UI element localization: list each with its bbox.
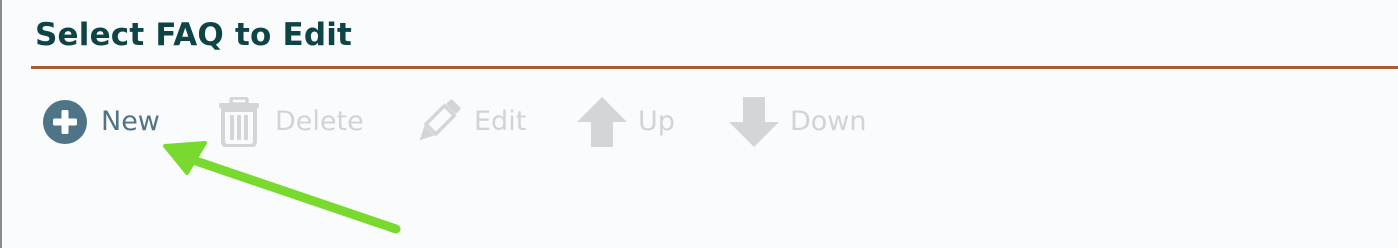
edit-button-label: Edit: [474, 106, 527, 137]
new-button[interactable]: New: [42, 96, 160, 148]
delete-button-label: Delete: [275, 106, 364, 137]
panel-left-border: [0, 0, 2, 248]
edit-button[interactable]: Edit: [414, 96, 526, 148]
delete-button[interactable]: Delete: [218, 96, 364, 148]
page-title: Select FAQ to Edit: [35, 17, 353, 53]
pencil-icon: [414, 98, 462, 146]
arrow-up-icon: [576, 96, 628, 148]
trash-icon: [218, 97, 260, 147]
up-button[interactable]: Up: [576, 96, 675, 148]
new-button-label: New: [101, 106, 160, 137]
plus-circle-icon: [42, 99, 88, 145]
down-button[interactable]: Down: [728, 96, 867, 148]
down-button-label: Down: [790, 106, 867, 137]
up-button-label: Up: [638, 106, 675, 137]
title-divider: [31, 66, 1398, 69]
arrow-down-icon: [728, 96, 780, 148]
